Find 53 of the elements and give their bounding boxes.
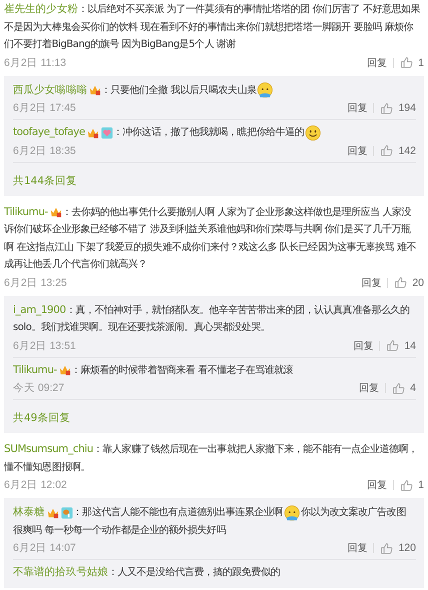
- timestamp: 今天 09:27: [13, 381, 64, 395]
- reply-link[interactable]: 回复: [367, 56, 388, 70]
- reply-link[interactable]: 回复: [353, 338, 374, 352]
- user-name[interactable]: SUMsumsum_chiu: [4, 441, 94, 458]
- reply-link[interactable]: 回复: [361, 276, 382, 290]
- like-count: 1: [418, 56, 424, 68]
- user-name[interactable]: 崔先生的少女粉: [4, 1, 78, 18]
- user-name[interactable]: Tilikumu-: [13, 362, 57, 379]
- comment-text: 啊 在这指点江山 下架了我爱豆的损失难不成你们来付？戏这么多 队长已经因为这事无辜挨骂 难不: [4, 240, 416, 254]
- more-replies-link[interactable]: 共144条回复: [13, 174, 78, 186]
- more-replies-link[interactable]: 共49条回复: [13, 412, 70, 424]
- reply-text: ：那这代言人能不能也有点道德别出事连累企业啊: [72, 506, 283, 520]
- comment-text: ：去你妈的他出事凭什么要撤别人啊 人家为了企业形象这样做也是理所应当 人家没: [62, 206, 412, 220]
- timestamp: 6月2日 13:25: [4, 276, 67, 290]
- user-name[interactable]: toofaye_tofaye: [13, 124, 86, 142]
- like-count: 1: [418, 479, 424, 491]
- reply-link[interactable]: 回复: [359, 381, 380, 395]
- comment-text: 不是因为大棒鬼会买你们的饮料 现在看到不好的事情出来你们就想把塔塔一脚踢开 要脸吗 麻烦你: [4, 20, 414, 34]
- timestamp: 6月2日 12:02: [4, 478, 67, 492]
- user-name[interactable]: 西瓜少女嗡嗡嗡: [13, 82, 87, 99]
- timestamp: 6月2日 13:51: [13, 338, 76, 352]
- like-count: 14: [404, 340, 416, 352]
- like-count: 194: [398, 102, 416, 114]
- comment-text: ：以后绝对不买亲派 为了一件莫须有的事情扯塔塔的团 你们厉害了 不好意思如果: [78, 2, 420, 17]
- reply-text: ：人又不是没给代言费，搞的跟免费似的: [108, 566, 280, 580]
- reply-link[interactable]: 回复: [347, 541, 368, 555]
- like-count: 4: [410, 382, 416, 394]
- reply-text: solo。我们找谁哭啊。现在还要找茶派闹。真心哭都没处哭。: [13, 320, 270, 335]
- comment-text: 成再让他丢几个代言你们就高兴？: [4, 258, 148, 272]
- user-name[interactable]: Tilikumu-: [4, 204, 48, 221]
- comment-text: 们不要打着BigBang的旗号 因为BigBang是5个人 谢谢: [4, 38, 236, 52]
- user-name[interactable]: i_am_1900: [13, 302, 66, 319]
- reply-text: ：冲你这话，撤了他我就喝，瞧把你给牛逼的: [113, 126, 304, 140]
- like-count: 120: [398, 542, 416, 554]
- comment-text: 懂不懂知恩图报啊。: [4, 460, 90, 474]
- reply-text: 很爽吗 每一秒每一个动作都是企业的额外损失好吗: [13, 524, 226, 538]
- like-count: 142: [398, 144, 416, 156]
- timestamp: 6月2日 14:07: [13, 541, 76, 555]
- reply-text: ：真，不怕神对手，就怕猪队友。他辛辛苦苦带出来的团，认认真真准备那么久的: [66, 304, 410, 318]
- reply-text: ：只要他们全撤 我以后只喝农夫山泉: [100, 84, 256, 98]
- reply-text: 你以为改文案改广告改图: [300, 506, 406, 520]
- reply-text: ：麻烦看的时候带着智商来看 看不懂老子在骂谁就滚: [70, 364, 294, 378]
- reply-link[interactable]: 回复: [347, 101, 368, 115]
- comment-text: ：靠人家赚了钱然后现在一出事就把人家撤下来，能不能有一点企业道德啊，: [93, 442, 418, 457]
- timestamp: 6月2日 18:35: [13, 144, 76, 158]
- reply-link[interactable]: 回复: [347, 144, 368, 158]
- timestamp: 6月2日 17:45: [13, 101, 76, 115]
- reply-link[interactable]: 回复: [367, 478, 388, 492]
- comment-text: 诉你们破坏企业形象已经够不错了 涉及到利益关系谁他妈和你们荣辱与共啊 你们是买了几千万瓶: [4, 222, 411, 237]
- user-name[interactable]: 不靠谱的拾玖号姑娘: [13, 564, 108, 582]
- like-count: 20: [412, 276, 424, 288]
- user-name[interactable]: 林泰糖: [13, 504, 45, 522]
- timestamp: 6月2日 11:13: [4, 56, 66, 70]
